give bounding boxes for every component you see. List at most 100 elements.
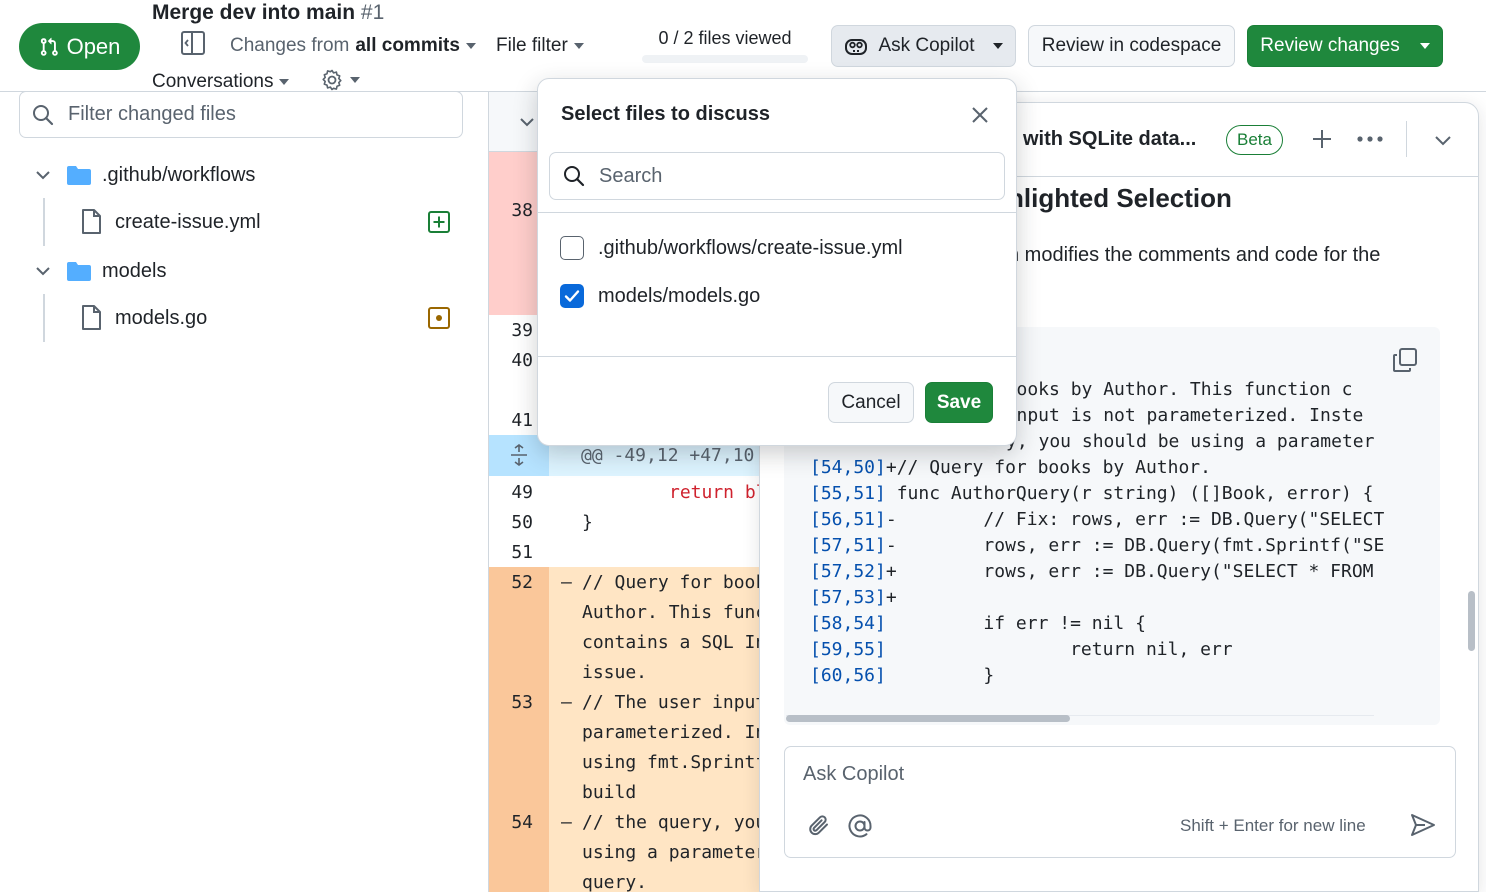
code-block-text: - rows, err := DB.Query(fmt.Sprintf("SE — [885, 535, 1385, 556]
code-block-line: [57,53]+ — [810, 587, 897, 608]
line-number: 53 — [511, 692, 533, 713]
checkbox-checked[interactable] — [560, 284, 584, 308]
pr-state-badge: Open — [19, 23, 140, 70]
line-ref: [56,51] — [810, 509, 886, 530]
file-option-label: models/models.go — [598, 284, 761, 307]
code-block-text: - // Fix: rows, err := DB.Query("SELECT — [885, 509, 1385, 530]
file-modified-icon — [428, 307, 450, 329]
chevron-down-icon — [279, 79, 290, 85]
file-filter-dropdown[interactable]: File filter — [496, 35, 584, 57]
checkbox-unchecked[interactable] — [560, 236, 584, 260]
review-changes-button[interactable]: Review changes — [1247, 25, 1443, 67]
code-line-text: // The user input — [582, 692, 767, 713]
git-pull-request-icon — [40, 37, 58, 56]
code-block-line: books by Author. This function c — [984, 379, 1353, 400]
chevron-down-icon — [465, 43, 476, 49]
chevron-down-icon — [36, 171, 50, 180]
code-block-line: [55,51] func AuthorQuery(r string) ([]Bo… — [810, 483, 1374, 504]
header-divider — [1406, 121, 1407, 157]
file-filter-label: File filter — [496, 35, 568, 56]
copilot-response-text: n modifies the comments and code for the — [1008, 244, 1381, 266]
plus-icon[interactable] — [1311, 128, 1333, 150]
ask-copilot-label: Ask Copilot — [878, 35, 975, 56]
mention-icon[interactable] — [847, 813, 873, 839]
review-in-codespace-button[interactable]: Review in codespace — [1028, 25, 1235, 67]
code-block-line: [59,55] return nil, err — [810, 639, 1233, 660]
kebab-horizontal-icon[interactable] — [1357, 135, 1383, 143]
chevron-down-icon — [1419, 43, 1430, 49]
horizontal-scrollbar[interactable] — [786, 715, 1070, 722]
line-ref: [57,53] — [810, 587, 886, 608]
tree-folder-github-workflows[interactable]: .github/workflows — [34, 160, 255, 190]
pr-state-label: Open — [66, 33, 121, 59]
close-icon[interactable] — [971, 106, 989, 124]
check-icon — [564, 290, 580, 302]
chevron-down-icon — [36, 267, 50, 276]
commits-dropdown[interactable]: Changes from all commits — [230, 35, 476, 57]
paperclip-icon[interactable] — [807, 813, 831, 837]
conversations-dropdown[interactable]: Conversations — [152, 71, 290, 93]
chevron-down-icon[interactable] — [1433, 130, 1453, 150]
line-number: 52 — [511, 572, 533, 593]
line-ref: [58,54] — [810, 613, 886, 634]
line-number: 54 — [511, 812, 533, 833]
filter-changed-files-input[interactable]: Filter changed files — [19, 91, 463, 138]
copilot-thread-title[interactable]: with SQLite data... — [1023, 128, 1196, 151]
chevron-down-icon[interactable] — [517, 112, 537, 132]
line-ref: [60,56] — [810, 665, 886, 686]
folder-icon — [67, 262, 91, 281]
code-block-text: } — [885, 665, 995, 686]
vertical-scrollbar[interactable] — [1468, 591, 1475, 651]
tree-file-label: models.go — [115, 306, 208, 329]
code-block-line: [60,56] } — [810, 665, 994, 686]
ask-copilot-button[interactable]: Ask Copilot — [831, 25, 1016, 67]
file-search-input[interactable]: Search — [549, 152, 1005, 200]
code-line-text: build — [582, 782, 637, 803]
tree-guide-line — [43, 198, 45, 246]
line-number: 50 — [511, 512, 533, 533]
code-line-text: return bl — [669, 482, 767, 503]
diff-settings-button[interactable] — [320, 68, 360, 92]
pr-title-text: Merge dev into main — [152, 1, 356, 24]
code-block-line: [58,54] if err != nil { — [810, 613, 1146, 634]
dialog-divider — [538, 212, 1016, 213]
tree-file-create-issue[interactable]: create-issue.yml — [80, 207, 261, 237]
cancel-button[interactable]: Cancel — [828, 382, 914, 423]
save-button-label: Save — [936, 391, 982, 413]
toggle-file-tree-button[interactable] — [180, 30, 206, 56]
file-added-icon — [428, 211, 450, 233]
code-line-text: parameterized. In — [582, 722, 767, 743]
diff-marker: – — [561, 572, 572, 593]
line-ref: [57,51] — [810, 535, 886, 556]
pr-title: Merge dev into main #1 — [152, 1, 384, 25]
file-search-placeholder: Search — [599, 164, 663, 187]
tree-file-label: create-issue.yml — [115, 210, 261, 233]
code-line-text: using fmt.Sprintf — [582, 752, 767, 773]
tree-file-models-go[interactable]: models.go — [80, 303, 207, 333]
file-option-create-issue[interactable]: .github/workflows/create-issue.yml — [560, 236, 903, 260]
copy-icon[interactable] — [1392, 347, 1418, 373]
code-block-text: + rows, err := DB.Query("SELECT * FROM — [885, 561, 1374, 582]
review-changes-label: Review changes — [1260, 35, 1400, 56]
copilot-icon — [845, 39, 868, 55]
send-icon[interactable] — [1409, 812, 1437, 838]
file-option-models-go[interactable]: models/models.go — [560, 284, 760, 308]
line-ref: [54,50] — [810, 457, 886, 478]
code-line: return bl — [669, 482, 767, 503]
file-icon — [82, 209, 101, 234]
tree-folder-models[interactable]: models — [34, 256, 166, 286]
code-block-line: [56,51]- // Fix: rows, err := DB.Query("… — [810, 509, 1384, 530]
ask-copilot-input[interactable]: Ask Copilot Shift + Enter for new line — [784, 746, 1456, 858]
file-option-label: .github/workflows/create-issue.yml — [598, 236, 903, 259]
tree-folder-label: .github/workflows — [102, 163, 256, 186]
dialog-title: Select files to discuss — [561, 103, 770, 125]
files-viewed-progress — [642, 55, 808, 63]
save-button[interactable]: Save — [925, 382, 993, 423]
code-line-text: contains a SQL In — [582, 632, 767, 653]
dialog-divider — [538, 356, 1016, 357]
code-block-text: if err != nil { — [885, 613, 1146, 634]
filter-changed-files-placeholder: Filter changed files — [68, 103, 236, 125]
code-block-line: input is not parameterized. Inste — [984, 405, 1364, 426]
code-block-text: + — [885, 587, 897, 608]
gear-icon — [322, 69, 342, 91]
